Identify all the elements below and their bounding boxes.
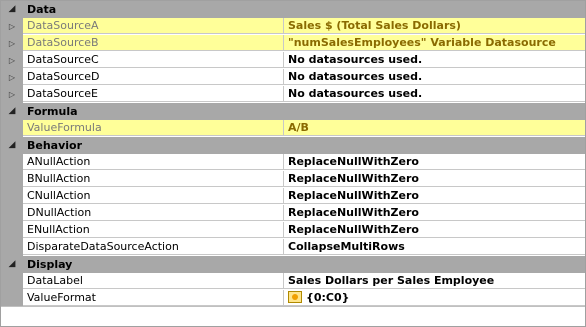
property-rows: ◢ Data ▷ DataSourceA Sales $ (Total Sales Do… (1, 1, 585, 307)
property-value[interactable]: ReplaceNullWithZero (284, 205, 585, 221)
property-row-valueformula[interactable]: ValueFormula A/B (1, 120, 585, 137)
collapse-toggle-icon[interactable]: ◢ (1, 103, 23, 120)
property-row-dnullaction[interactable]: DNullAction ReplaceNullWithZero (1, 205, 585, 222)
property-name[interactable]: ENullAction (23, 222, 284, 238)
property-row-datasourcee[interactable]: ▷ DataSourceE No datasources used. (1, 86, 585, 103)
row-gutter (1, 222, 23, 239)
property-name[interactable]: DataLabel (23, 273, 284, 289)
property-name[interactable]: DNullAction (23, 205, 284, 221)
row-gutter (1, 273, 23, 290)
collapse-toggle-icon[interactable]: ◢ (1, 1, 23, 18)
format-icon[interactable] (288, 291, 302, 303)
property-name[interactable]: CNullAction (23, 188, 284, 204)
category-behavior[interactable]: ◢ Behavior (1, 137, 585, 154)
property-value[interactable]: {0:C0} (284, 290, 585, 306)
category-data[interactable]: ◢ Data (1, 1, 585, 18)
property-name[interactable]: ANullAction (23, 154, 284, 170)
expand-arrow-icon[interactable]: ▷ (1, 18, 23, 35)
property-name[interactable]: ValueFormula (23, 120, 284, 136)
property-value[interactable]: Sales $ (Total Sales Dollars) (284, 18, 585, 34)
property-name[interactable]: BNullAction (23, 171, 284, 187)
property-value[interactable]: No datasources used. (284, 69, 585, 85)
property-value[interactable]: No datasources used. (284, 86, 585, 102)
row-gutter (1, 154, 23, 171)
property-value[interactable]: ReplaceNullWithZero (284, 171, 585, 187)
expand-arrow-icon[interactable]: ▷ (1, 35, 23, 52)
property-row-cnullaction[interactable]: CNullAction ReplaceNullWithZero (1, 188, 585, 205)
property-row-enullaction[interactable]: ENullAction ReplaceNullWithZero (1, 222, 585, 239)
property-value[interactable]: ReplaceNullWithZero (284, 222, 585, 238)
category-label: Data (27, 3, 57, 16)
row-gutter (1, 205, 23, 222)
property-value[interactable]: ReplaceNullWithZero (284, 188, 585, 204)
category-label: Behavior (27, 139, 83, 152)
row-gutter (1, 188, 23, 205)
row-gutter (1, 290, 23, 307)
category-label: Display (27, 258, 73, 271)
category-formula[interactable]: ◢ Formula (1, 103, 585, 120)
property-row-disparatedatasourceaction[interactable]: DisparateDataSourceAction CollapseMultiRo… (1, 239, 585, 256)
row-gutter (1, 239, 23, 256)
collapse-toggle-icon[interactable]: ◢ (1, 137, 23, 154)
property-name[interactable]: DataSourceA (23, 18, 284, 34)
property-row-valueformat[interactable]: ValueFormat {0:C0} (1, 290, 585, 307)
property-row-datalabel[interactable]: DataLabel Sales Dollars per Sales Employe… (1, 273, 585, 290)
property-row-anullaction[interactable]: ANullAction ReplaceNullWithZero (1, 154, 585, 171)
property-name[interactable]: DisparateDataSourceAction (23, 239, 284, 255)
collapse-toggle-icon[interactable]: ◢ (1, 256, 23, 273)
expand-arrow-icon[interactable]: ▷ (1, 86, 23, 103)
expand-arrow-icon[interactable]: ▷ (1, 69, 23, 86)
category-label: Formula (27, 105, 78, 118)
property-value[interactable]: A/B (284, 120, 585, 136)
property-row-datasourceb[interactable]: ▷ DataSourceB "numSalesEmployees" Variable… (1, 35, 585, 52)
property-value[interactable]: No datasources used. (284, 52, 585, 68)
row-gutter (1, 171, 23, 188)
property-name[interactable]: ValueFormat (23, 290, 284, 306)
property-value[interactable]: CollapseMultiRows (284, 239, 585, 255)
expand-arrow-icon[interactable]: ▷ (1, 52, 23, 69)
property-value[interactable]: "numSalesEmployees" Variable Datasource (284, 35, 585, 51)
property-name[interactable]: DataSourceB (23, 35, 284, 51)
property-value-text: {0:C0} (306, 291, 350, 304)
property-row-datasourcea[interactable]: ▷ DataSourceA Sales $ (Total Sales Dollars… (1, 18, 585, 35)
property-grid: ◢ Data ▷ DataSourceA Sales $ (Total Sales Do… (0, 0, 586, 327)
property-name[interactable]: DataSourceE (23, 86, 284, 102)
property-name[interactable]: DataSourceD (23, 69, 284, 85)
property-row-datasourced[interactable]: ▷ DataSourceD No datasources used. (1, 69, 585, 86)
category-display[interactable]: ◢ Display (1, 256, 585, 273)
description-panel (1, 306, 585, 326)
property-name[interactable]: DataSourceC (23, 52, 284, 68)
row-gutter (1, 120, 23, 137)
property-value[interactable]: Sales Dollars per Sales Employee (284, 273, 585, 289)
property-row-datasourcec[interactable]: ▷ DataSourceC No datasources used. (1, 52, 585, 69)
property-value[interactable]: ReplaceNullWithZero (284, 154, 585, 170)
property-row-bnullaction[interactable]: BNullAction ReplaceNullWithZero (1, 171, 585, 188)
